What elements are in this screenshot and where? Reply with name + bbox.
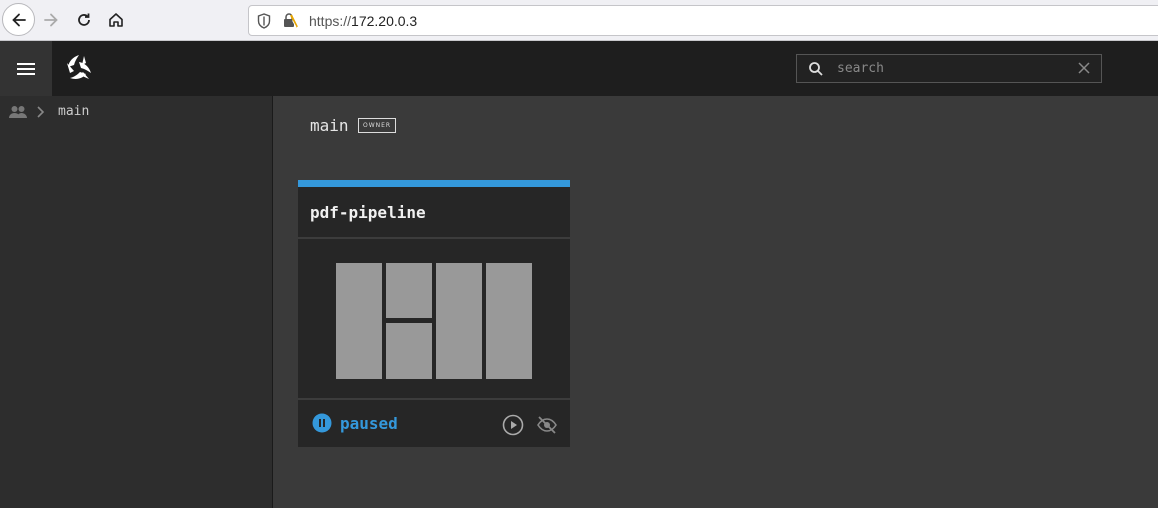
reload-button[interactable] [68,4,100,36]
concourse-logo-icon[interactable] [62,51,96,85]
reload-icon [78,13,90,26]
pause-circle-icon [312,413,332,433]
arrow-left-icon [11,13,26,26]
chevron-right-icon [37,105,45,118]
pipeline-card[interactable]: pdf-pipeline paused [298,180,570,447]
pipeline-footer: paused [298,400,570,447]
hamburger-icon [17,62,35,75]
home-icon [109,13,123,27]
shield-icon [257,13,271,29]
insecure-lock-icon [284,13,298,28]
dashboard-main: main OWNER pdf-pipeline paused [273,96,1158,508]
pipeline-status-text: paused [340,413,398,433]
people-icon [9,105,27,118]
forward-button[interactable] [35,4,67,36]
pipeline-name[interactable]: pdf-pipeline [310,203,426,222]
job-block [386,323,432,379]
pipeline-status: paused [312,413,398,433]
breadcrumb-team[interactable]: main [58,104,89,119]
sidebar: main [0,96,273,508]
back-button[interactable] [2,3,35,36]
role-badge: OWNER [358,118,397,133]
job-block [336,263,382,379]
app-header [0,41,1158,96]
close-icon[interactable] [1077,61,1091,75]
breadcrumb: main [8,104,89,119]
play-circle-icon[interactable] [502,414,524,436]
job-block [436,263,482,379]
job-block [386,263,432,318]
home-button[interactable] [100,4,132,36]
search-icon [809,62,823,76]
search-box [796,54,1102,83]
pipeline-preview[interactable] [298,239,570,399]
browser-toolbar: https://172.20.0.3 [0,0,1158,41]
address-bar[interactable]: https://172.20.0.3 [248,5,1158,36]
url-text: https://172.20.0.3 [309,13,418,29]
menu-button[interactable] [0,41,52,96]
search-input[interactable] [837,58,1067,79]
pipeline-status-bar [298,180,570,187]
arrow-right-icon [44,13,58,27]
job-block [486,263,532,379]
team-name: main [310,116,349,135]
eye-off-icon[interactable] [536,414,558,436]
